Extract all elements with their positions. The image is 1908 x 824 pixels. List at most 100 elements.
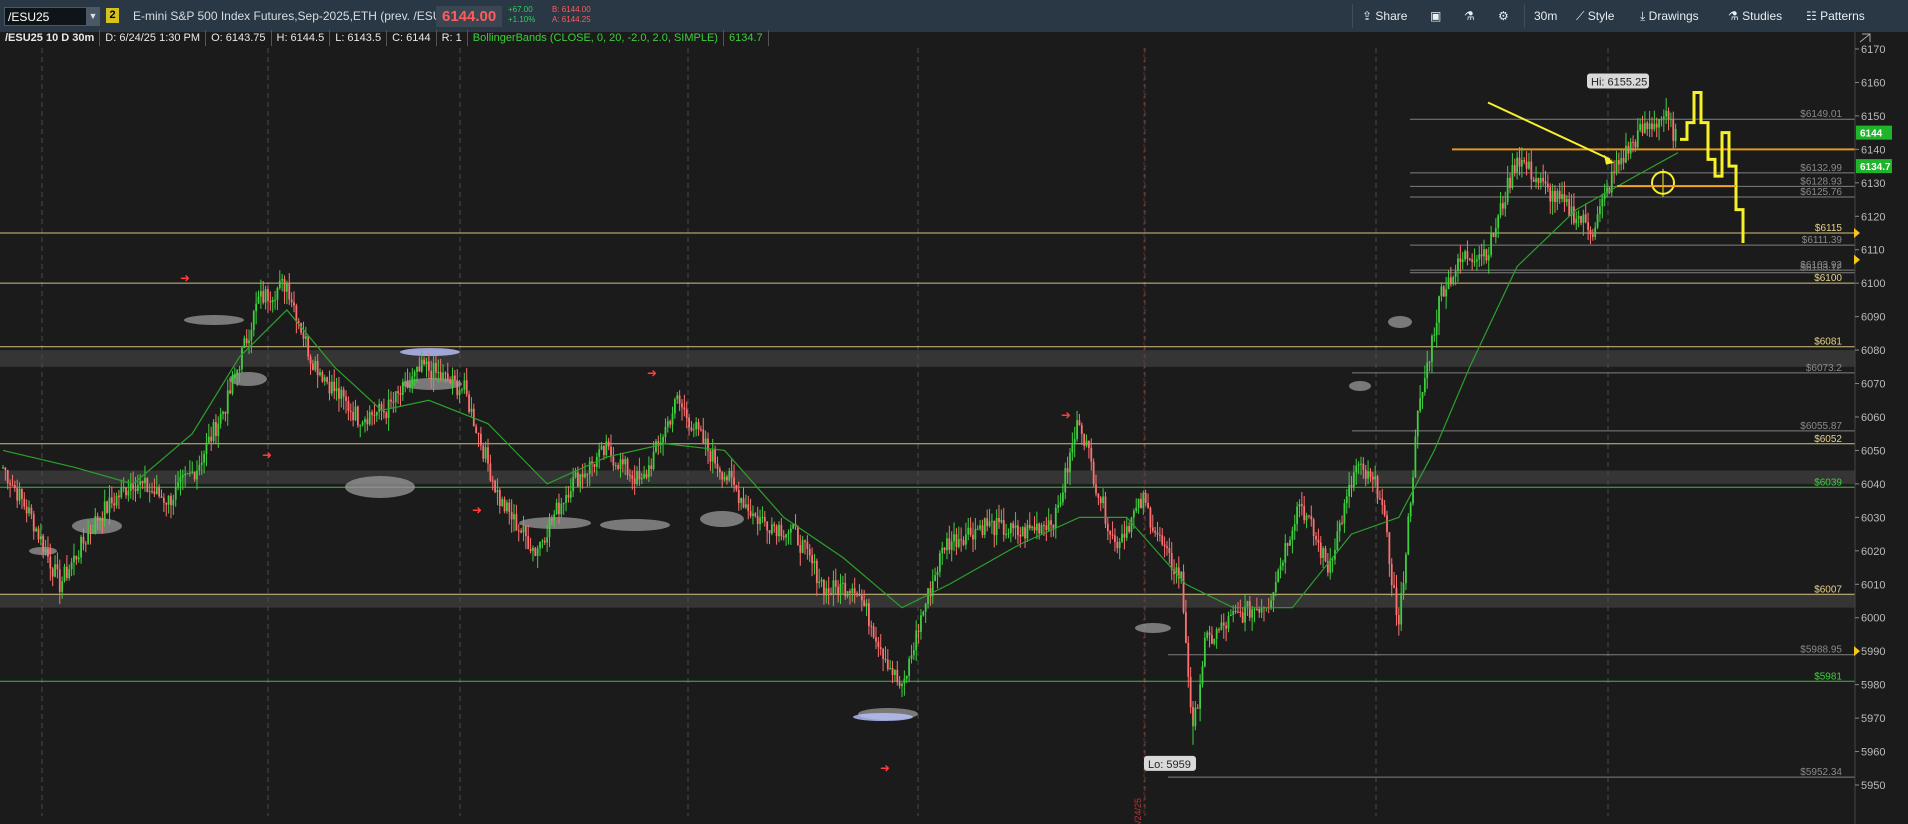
candle-body xyxy=(1097,493,1100,498)
candle-body xyxy=(316,360,319,376)
price-chart[interactable]: ➜ ➜ ➜ ➜ ➜ ➜ Hi: 6155.25 Lo: 5959 6/24/25 5950 5960… xyxy=(0,32,1908,824)
price-tick-label: 6070 xyxy=(1861,379,1885,391)
candle-body xyxy=(1054,507,1057,529)
candle-body xyxy=(359,425,362,427)
candle-body xyxy=(1544,181,1547,184)
candle-body xyxy=(912,650,915,656)
price-tick-label: 6030 xyxy=(1861,512,1885,524)
price-level-label: $6132.99 xyxy=(1800,163,1842,174)
drawings-button[interactable]: ⤓ Drawings xyxy=(1640,0,1699,32)
candle-body xyxy=(806,541,809,549)
candle-body xyxy=(1535,178,1537,182)
gear-icon[interactable]: ⚙ xyxy=(1498,0,1509,32)
bollinger-study[interactable]: BollingerBands (CLOSE, 0, 20, -2.0, 2.0,… xyxy=(468,30,724,46)
candle-body xyxy=(768,530,771,534)
candle-body xyxy=(283,279,286,292)
candle-body xyxy=(1315,536,1317,540)
candle-body xyxy=(747,504,750,512)
candle-body xyxy=(901,683,903,686)
candle-body xyxy=(352,411,355,421)
flask-icon[interactable]: ⚗ xyxy=(1464,0,1475,32)
candle-body xyxy=(501,499,504,506)
candle-body xyxy=(1161,535,1164,545)
candle-body xyxy=(423,359,426,365)
candle-body xyxy=(1021,527,1024,537)
candle-body xyxy=(1241,612,1244,623)
candle-body xyxy=(631,475,634,479)
candle-body xyxy=(813,560,816,564)
candle-body xyxy=(1052,524,1055,529)
candle-body xyxy=(1655,123,1658,128)
candle-body xyxy=(823,579,825,596)
candle-body xyxy=(330,381,333,394)
candle-body xyxy=(267,289,269,301)
candle-body xyxy=(709,450,712,462)
patterns-button[interactable]: ☷ Patterns xyxy=(1806,0,1865,32)
candle-body xyxy=(1109,531,1112,535)
candle-body xyxy=(1445,289,1448,297)
candle-body xyxy=(437,372,440,374)
candle-body xyxy=(1147,502,1149,508)
candle-body xyxy=(231,377,234,394)
candle-body xyxy=(162,497,165,503)
candle-body xyxy=(1114,535,1116,542)
candle-body xyxy=(494,480,496,493)
candle-body xyxy=(995,518,998,536)
last-price: 6144.00 xyxy=(436,6,503,27)
candle-body xyxy=(75,555,78,560)
candle-body xyxy=(669,421,672,425)
candle-body xyxy=(955,534,958,547)
link-group-badge[interactable]: 2 xyxy=(106,8,119,23)
candle-body xyxy=(425,361,428,365)
candle-body xyxy=(1449,277,1452,285)
candle-body xyxy=(252,311,255,331)
candle-body xyxy=(834,580,837,587)
candle-body xyxy=(1651,123,1653,130)
candle-body xyxy=(335,388,338,392)
candle-body xyxy=(371,412,373,415)
candle-body xyxy=(1632,141,1634,143)
candle-body xyxy=(581,474,584,478)
candle-body xyxy=(695,422,698,430)
candle-body xyxy=(210,436,213,441)
candle-body xyxy=(1104,496,1107,524)
candle-body xyxy=(1438,296,1440,323)
candle-body xyxy=(1255,608,1258,610)
candle-body xyxy=(439,372,442,379)
timeframe-button[interactable]: 30m xyxy=(1534,0,1557,32)
candle-body xyxy=(856,593,858,595)
symbol-dropdown-icon[interactable]: ▼ xyxy=(86,7,100,26)
candle-body xyxy=(108,497,111,513)
style-button[interactable]: ⟋ Style xyxy=(1576,0,1614,32)
candle-body xyxy=(733,477,735,485)
bollinger-price-tag: 6134.7 xyxy=(1860,162,1891,173)
bar-range: R: 1 xyxy=(437,30,468,46)
studies-button[interactable]: ⚗ Studies xyxy=(1728,0,1782,32)
candle-body xyxy=(453,375,456,381)
chart-title: /ESU25 10 D 30m xyxy=(0,30,101,46)
candle-body xyxy=(349,410,352,412)
candle-body xyxy=(418,366,421,372)
candle-body xyxy=(574,472,577,478)
candle-body xyxy=(1672,118,1675,141)
candle-body xyxy=(1371,476,1374,480)
candle-body xyxy=(886,659,889,670)
candle-body xyxy=(830,593,832,595)
candle-body xyxy=(205,442,208,454)
candle-body xyxy=(51,568,54,577)
candle-body xyxy=(560,503,563,515)
candle-body xyxy=(1017,525,1019,536)
candle-body xyxy=(484,447,487,459)
candle-body xyxy=(1225,625,1228,629)
candle-body xyxy=(1303,506,1306,521)
candle-body xyxy=(704,438,707,443)
candle-body xyxy=(1485,249,1488,261)
snapshot-icon[interactable]: ▣ xyxy=(1430,0,1441,32)
candle-body xyxy=(1554,190,1556,203)
candle-body xyxy=(1125,526,1128,538)
candle-body xyxy=(1457,258,1459,272)
candle-body xyxy=(61,581,64,592)
share-button[interactable]: ⇪ Share xyxy=(1362,0,1407,32)
candle-body xyxy=(517,530,520,532)
candle-body xyxy=(553,514,556,521)
